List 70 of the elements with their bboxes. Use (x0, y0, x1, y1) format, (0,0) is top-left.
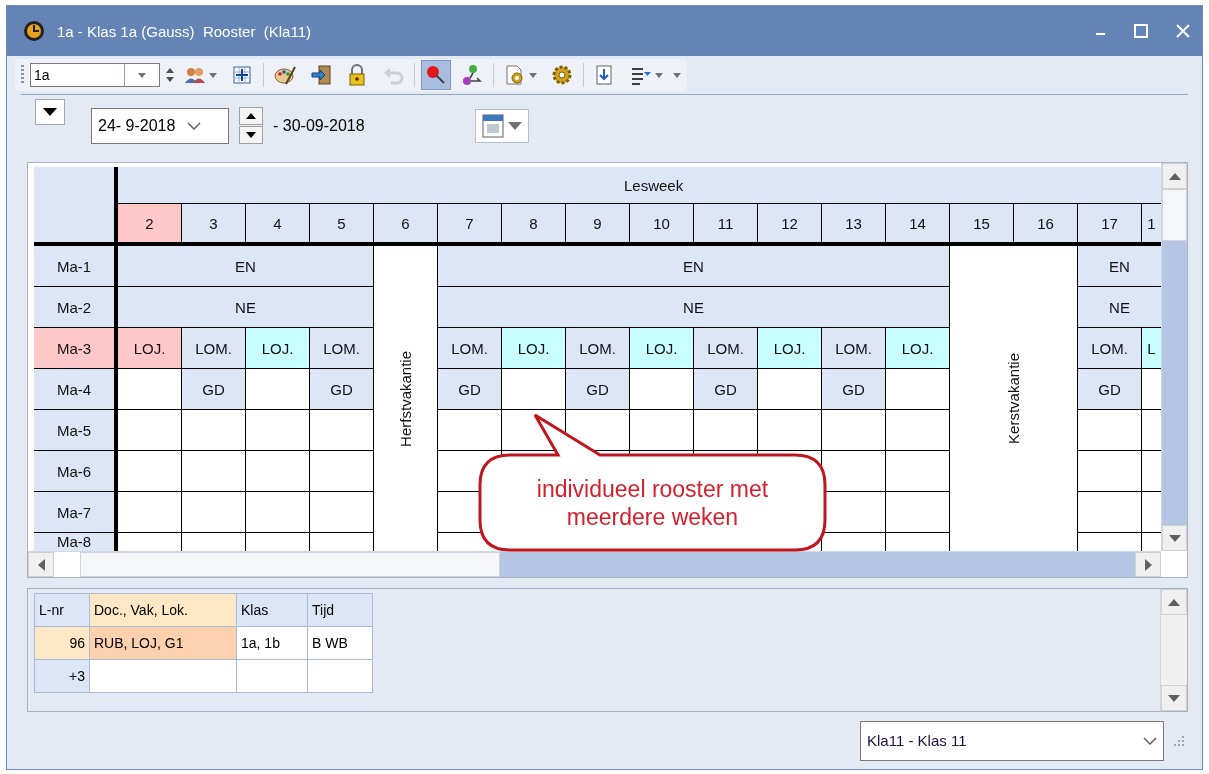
lesson-cell[interactable]: EN (1078, 246, 1161, 286)
lesson-cell[interactable]: L (1142, 328, 1161, 368)
week-header[interactable]: 17 (1078, 204, 1141, 242)
week-header[interactable]: 16 (1014, 204, 1077, 242)
class-combo[interactable]: 1a (30, 63, 160, 87)
lesson-cell[interactable]: EN (438, 246, 949, 286)
callout-text: individueel rooster met meerdere weken (535, 474, 770, 531)
lesson-cell[interactable]: LOM. (310, 328, 373, 368)
week-header[interactable]: 4 (246, 204, 309, 242)
lesson-cell[interactable]: LOJ. (502, 328, 565, 368)
row-header[interactable]: Ma-3 (34, 328, 114, 368)
week-header[interactable]: 11 (694, 204, 757, 242)
lesson-cell[interactable]: LOJ. (886, 328, 949, 368)
week-header[interactable]: 12 (758, 204, 821, 242)
row-header[interactable]: Ma-7 (34, 492, 114, 532)
lesson-cell[interactable]: LOM. (438, 328, 501, 368)
week-header[interactable]: 7 (438, 204, 501, 242)
lesson-cell[interactable]: GD (822, 369, 885, 409)
week-header[interactable]: 13 (822, 204, 885, 242)
week-header[interactable]: 10 (630, 204, 693, 242)
lesson-cell[interactable]: LOJ. (758, 328, 821, 368)
column-header[interactable]: Klas (236, 593, 308, 627)
lesson-cell[interactable]: EN (118, 246, 373, 286)
lesson-cell[interactable]: LOM. (822, 328, 885, 368)
column-header[interactable]: Tijd (307, 593, 373, 627)
lesson-cell[interactable]: LOJ. (118, 328, 181, 368)
week-header[interactable]: 1 (1142, 204, 1161, 242)
column-group-header: Lesweek (118, 167, 1161, 203)
row-header[interactable]: Ma-8 (34, 533, 114, 551)
lesson-cell[interactable]: GD (310, 369, 373, 409)
table-cell: B WB (307, 626, 373, 660)
week-header[interactable]: 3 (182, 204, 245, 242)
column-header[interactable]: Doc., Vak, Lok. (89, 593, 237, 627)
row-number-cell: 96 (34, 626, 90, 660)
column-header[interactable]: L-nr (34, 593, 90, 627)
table-cell: 1a, 1b (236, 626, 308, 660)
lesson-cell[interactable]: LOM. (694, 328, 757, 368)
window-title: 1a - Klas 1a (Gauss) Rooster (Kla11) (57, 22, 312, 40)
lesson-cell[interactable]: LOM. (566, 328, 629, 368)
holiday-label: Kerstvakantie (1005, 353, 1022, 444)
week-header[interactable]: 9 (566, 204, 629, 242)
lesson-cell[interactable]: LOJ. (246, 328, 309, 368)
lesson-cell[interactable]: LOM. (1078, 328, 1141, 368)
row-header[interactable]: Ma-1 (34, 246, 114, 286)
lesson-cell[interactable]: GD (566, 369, 629, 409)
lesson-cell[interactable]: GD (694, 369, 757, 409)
date-range-end: - 30-09-2018 (273, 116, 365, 135)
row-header[interactable]: Ma-4 (34, 369, 114, 409)
lesson-cell[interactable]: GD (182, 369, 245, 409)
lesson-cell[interactable]: LOM. (182, 328, 245, 368)
lesson-cell[interactable]: GD (1078, 369, 1141, 409)
week-header[interactable]: 6 (374, 204, 437, 242)
week-header[interactable]: 8 (502, 204, 565, 242)
lesson-cell[interactable]: LOJ. (630, 328, 693, 368)
holiday-label: Herfstvakantie (397, 350, 414, 447)
lesson-cell[interactable]: NE (438, 287, 949, 327)
lesson-cell[interactable]: NE (1078, 287, 1161, 327)
week-header[interactable]: 15 (950, 204, 1013, 242)
row-header[interactable]: Ma-6 (34, 451, 114, 491)
class-select[interactable]: Kla11 - Klas 11 (860, 720, 1164, 761)
lesson-cell[interactable]: GD (438, 369, 501, 409)
lesson-cell[interactable]: NE (118, 287, 373, 327)
row-header[interactable]: Ma-2 (34, 287, 114, 327)
row-number-cell: +3 (34, 659, 90, 693)
table-cell: RUB, LOJ, G1 (89, 626, 237, 660)
row-header[interactable]: Ma-5 (34, 410, 114, 450)
week-header[interactable]: 2 (118, 204, 181, 242)
date-picker[interactable]: 24- 9-2018 (91, 107, 229, 144)
week-header[interactable]: 14 (886, 204, 949, 242)
week-header[interactable]: 5 (310, 204, 373, 242)
